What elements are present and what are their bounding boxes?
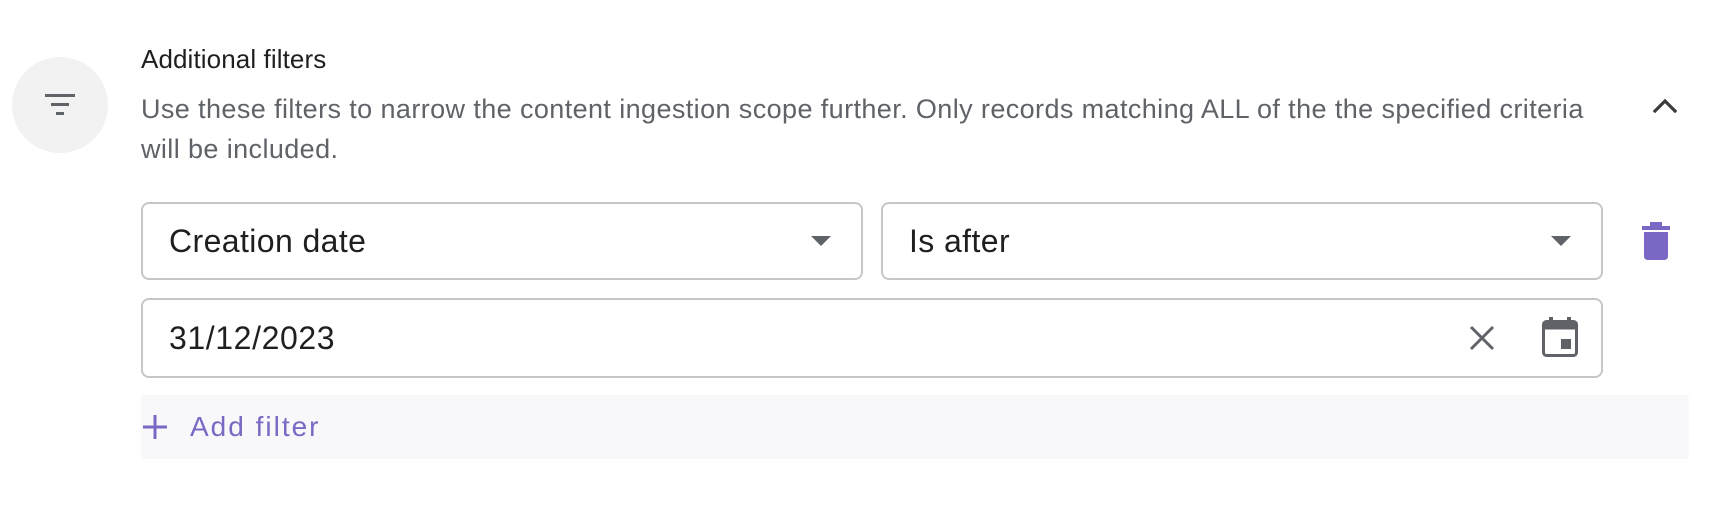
additional-filters-section: Additional filters Use these filters to … [0, 0, 1726, 506]
section-title: Additional filters [141, 44, 327, 74]
collapse-button[interactable] [1643, 84, 1687, 128]
filter-list-icon [12, 57, 108, 153]
filter-operator-select[interactable]: Is after [881, 202, 1603, 280]
dropdown-arrow-icon [811, 236, 831, 246]
date-value-field[interactable] [141, 298, 1603, 378]
filter-attribute-value: Creation date [169, 222, 367, 259]
dropdown-arrow-icon [1551, 236, 1571, 246]
open-calendar-button[interactable] [1537, 314, 1583, 360]
calendar-icon [1542, 317, 1578, 357]
close-icon [1469, 325, 1495, 351]
date-value-input[interactable] [169, 319, 1269, 357]
trash-icon [1642, 222, 1670, 260]
delete-filter-button[interactable] [1631, 216, 1681, 266]
filter-attribute-select[interactable]: Creation date [141, 202, 863, 280]
clear-date-button[interactable] [1462, 318, 1502, 358]
plus-icon [141, 413, 169, 441]
add-filter-button[interactable]: Add filter [141, 395, 1689, 459]
filter-operator-value: Is after [909, 222, 1011, 259]
add-filter-label: Add filter [190, 411, 321, 442]
chevron-up-icon [1652, 98, 1678, 114]
section-description: Use these filters to narrow the content … [141, 94, 1584, 164]
